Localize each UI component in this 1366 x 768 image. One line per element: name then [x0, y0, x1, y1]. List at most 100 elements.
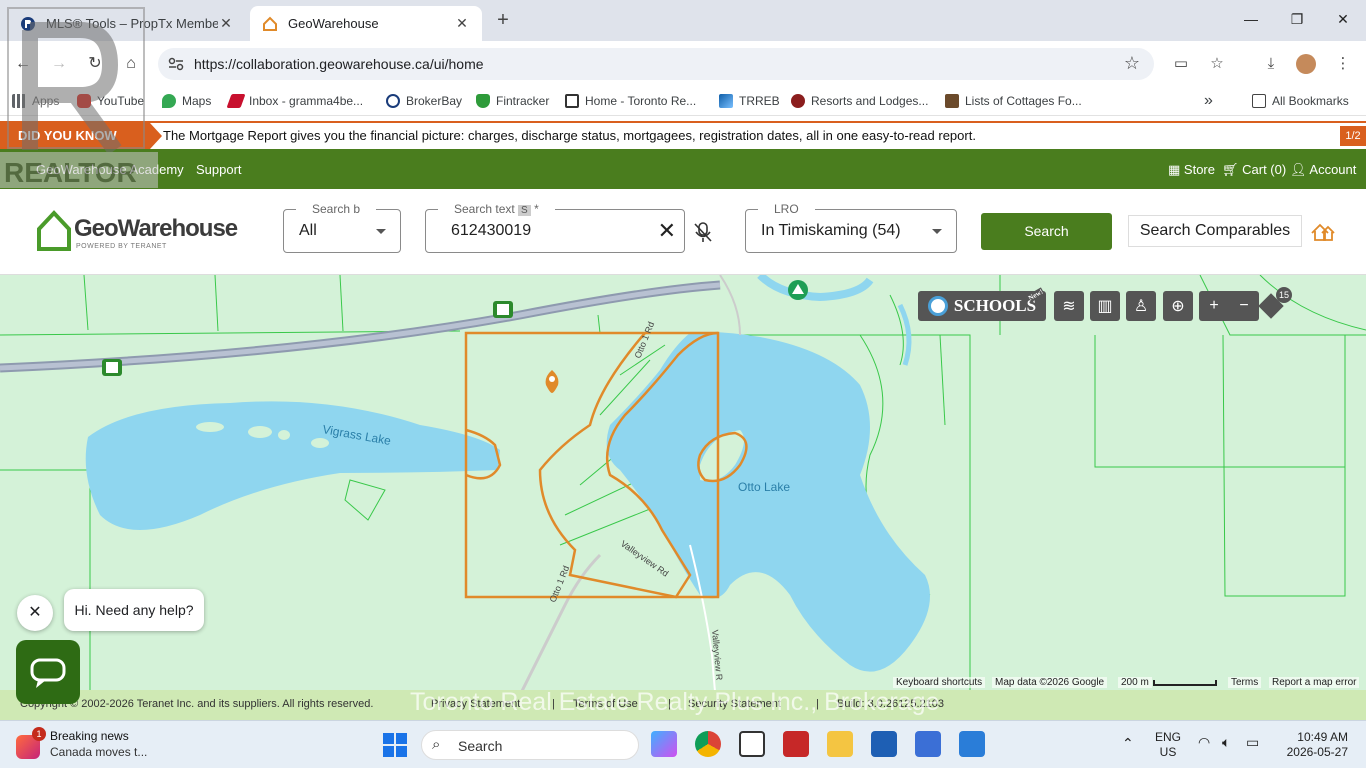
mic-off-icon[interactable] [692, 221, 714, 243]
close-icon: ✕ [28, 604, 42, 621]
close-window-icon[interactable]: ✕ [1332, 8, 1354, 30]
file-explorer-icon[interactable] [827, 731, 853, 757]
account-link[interactable]: 👤︎ Account [1290, 162, 1356, 178]
bookmark-fintracker[interactable]: Fintracker [476, 92, 549, 110]
map-view[interactable]: Vigrass Lake Otto Lake Otto 1 Rd Otto 1 … [0, 275, 1366, 720]
tab-mls-tools[interactable]: MLS® Tools – PropTx Member ✕ [8, 6, 246, 41]
terms-of-use-link[interactable]: Terms of Use [573, 698, 638, 710]
news-subtitle[interactable]: Canada moves t... [50, 745, 147, 759]
bookmark-trreb[interactable]: TRREB [719, 92, 780, 110]
download-icon[interactable]: ⤓ [1260, 53, 1282, 75]
cast-icon[interactable]: ▭ [1170, 53, 1192, 75]
street-view-icon[interactable]: ♙ [1126, 291, 1156, 321]
zoom-in-icon[interactable]: + [1209, 297, 1218, 315]
terms-link[interactable]: Terms [1228, 677, 1262, 688]
app-icon[interactable] [871, 731, 897, 757]
clock[interactable]: 10:49 AM 2026-05-27 [1284, 730, 1348, 760]
home-icon[interactable]: ⌂ [119, 52, 143, 76]
browser-toolbar: ← → ↻ ⌂ https://collaboration.geowarehou… [0, 41, 1366, 86]
language-indicator[interactable]: ENG US [1155, 730, 1181, 760]
campground-icon[interactable] [788, 280, 808, 300]
new-tab-button[interactable]: + [492, 9, 514, 31]
comparables-house-icon[interactable] [1310, 221, 1336, 243]
build-text: Build: 3.0.26125.2103 [837, 698, 945, 710]
tab-title: MLS® Tools – PropTx Member [46, 16, 218, 31]
bookmark-maps[interactable]: Maps [162, 92, 211, 110]
news-title[interactable]: Breaking news [50, 729, 129, 743]
news-widget-icon[interactable]: 1 [16, 727, 46, 759]
pdf-icon[interactable] [783, 731, 809, 757]
all-bookmarks[interactable]: All Bookmarks [1252, 92, 1349, 110]
brokerbay-icon [386, 94, 400, 108]
favorites-icon[interactable]: ☆ [1206, 53, 1228, 75]
schools-button[interactable]: SCHOOLS New! [918, 287, 1046, 321]
tab-title: GeoWarehouse [288, 16, 379, 31]
bookmarks-overflow-icon[interactable]: » [1204, 92, 1213, 110]
store-app-icon[interactable] [739, 731, 765, 757]
report-map-error-link[interactable]: Report a map error [1269, 677, 1360, 688]
menu-icon[interactable]: ⋮ [1332, 53, 1354, 75]
map-type-icon[interactable]: ▥ [1090, 291, 1120, 321]
address-bar[interactable]: https://collaboration.geowarehouse.ca/ui… [158, 48, 1154, 80]
banner-counter[interactable]: 1/2 [1340, 126, 1366, 146]
bookmark-apps[interactable]: Apps [12, 92, 59, 110]
scale-text[interactable]: 200 m [1118, 677, 1152, 688]
inbox-icon [226, 94, 246, 108]
taskbar-search[interactable]: ⌕ Search [421, 730, 639, 760]
bookmark-youtube[interactable]: YouTube [77, 92, 144, 110]
academy-link[interactable]: GeoWarehouse Academy [36, 162, 184, 177]
profile-avatar[interactable] [1296, 54, 1316, 74]
reload-icon[interactable]: ↻ [83, 52, 107, 76]
store-link[interactable]: ▦ Store [1168, 162, 1215, 178]
property-pin-icon[interactable] [545, 370, 559, 393]
copilot-icon[interactable] [651, 731, 677, 757]
volume-icon[interactable]: 🔈︎ [1222, 735, 1230, 750]
otto-road-label: Otto 1 Rd [633, 320, 657, 359]
search-button[interactable]: Search [981, 213, 1112, 250]
lro-label: LRO [758, 202, 815, 216]
battery-icon[interactable]: ▭ [1246, 735, 1259, 750]
chrome-icon[interactable] [695, 731, 721, 757]
tray-chevron-icon[interactable]: ⌃ [1122, 736, 1134, 751]
bookmark-star-icon[interactable]: ☆ [1124, 53, 1140, 74]
start-icon[interactable] [383, 733, 407, 757]
back-icon[interactable]: ← [11, 52, 35, 76]
keyboard-shortcuts-link[interactable]: Keyboard shortcuts [893, 677, 986, 688]
bookmark-cottages[interactable]: Lists of Cottages Fo... [945, 92, 1082, 110]
search-text-field[interactable]: Search text S * 612430019 ✕ [425, 202, 685, 253]
search-comparables-button[interactable]: Search Comparables [1128, 215, 1302, 247]
restore-icon[interactable]: ❐ [1286, 8, 1308, 30]
bookmark-brokerbay[interactable]: BrokerBay [386, 92, 462, 110]
close-tab-icon[interactable]: ✕ [454, 15, 470, 32]
clear-icon[interactable]: ✕ [658, 218, 676, 244]
support-link[interactable]: Support [196, 162, 242, 177]
forward-icon[interactable]: → [47, 52, 71, 76]
layers-icon[interactable]: ≋ [1054, 291, 1084, 321]
lro-select[interactable]: LRO In Timiskaming (54) [745, 202, 957, 253]
bookmark-toronto[interactable]: Home - Toronto Re... [565, 92, 696, 110]
toronto-icon [565, 94, 579, 108]
zoom-out-icon[interactable]: − [1239, 297, 1248, 315]
chat-close-button[interactable]: ✕ [17, 595, 53, 631]
wifi-icon[interactable]: ◠ [1198, 735, 1210, 750]
chat-greeting[interactable]: Hi. Need any help? [64, 589, 204, 631]
mail-app-icon[interactable] [915, 731, 941, 757]
search-by-select[interactable]: Search b All [283, 202, 401, 253]
search-text-label: Search text S * [438, 202, 555, 216]
tab-geowarehouse[interactable]: GeoWarehouse ✕ [250, 6, 482, 41]
minimize-icon[interactable]: — [1240, 8, 1262, 30]
privacy-link[interactable]: Privacy Statement [431, 698, 520, 710]
close-tab-icon[interactable]: ✕ [218, 15, 234, 32]
locate-icon[interactable]: ⊕ [1163, 291, 1193, 321]
page-footer: Copyright © 2002-2026 Teranet Inc. and i… [0, 690, 1366, 720]
security-link[interactable]: Security Statement [688, 698, 781, 710]
notes-app-icon[interactable] [959, 731, 985, 757]
site-info-icon[interactable] [166, 54, 186, 74]
geowarehouse-logo[interactable]: GeoWarehouse POWERED BY TERANET [36, 209, 246, 253]
chat-launcher-button[interactable] [16, 640, 80, 704]
bookmark-inbox[interactable]: Inbox - gramma4be... [226, 92, 363, 110]
cart-link[interactable]: 🛒︎ Cart (0) [1222, 162, 1286, 178]
bookmark-resorts[interactable]: Resorts and Lodges... [791, 92, 928, 110]
highway-shield-icon [493, 301, 513, 318]
news-badge: 1 [32, 727, 46, 741]
